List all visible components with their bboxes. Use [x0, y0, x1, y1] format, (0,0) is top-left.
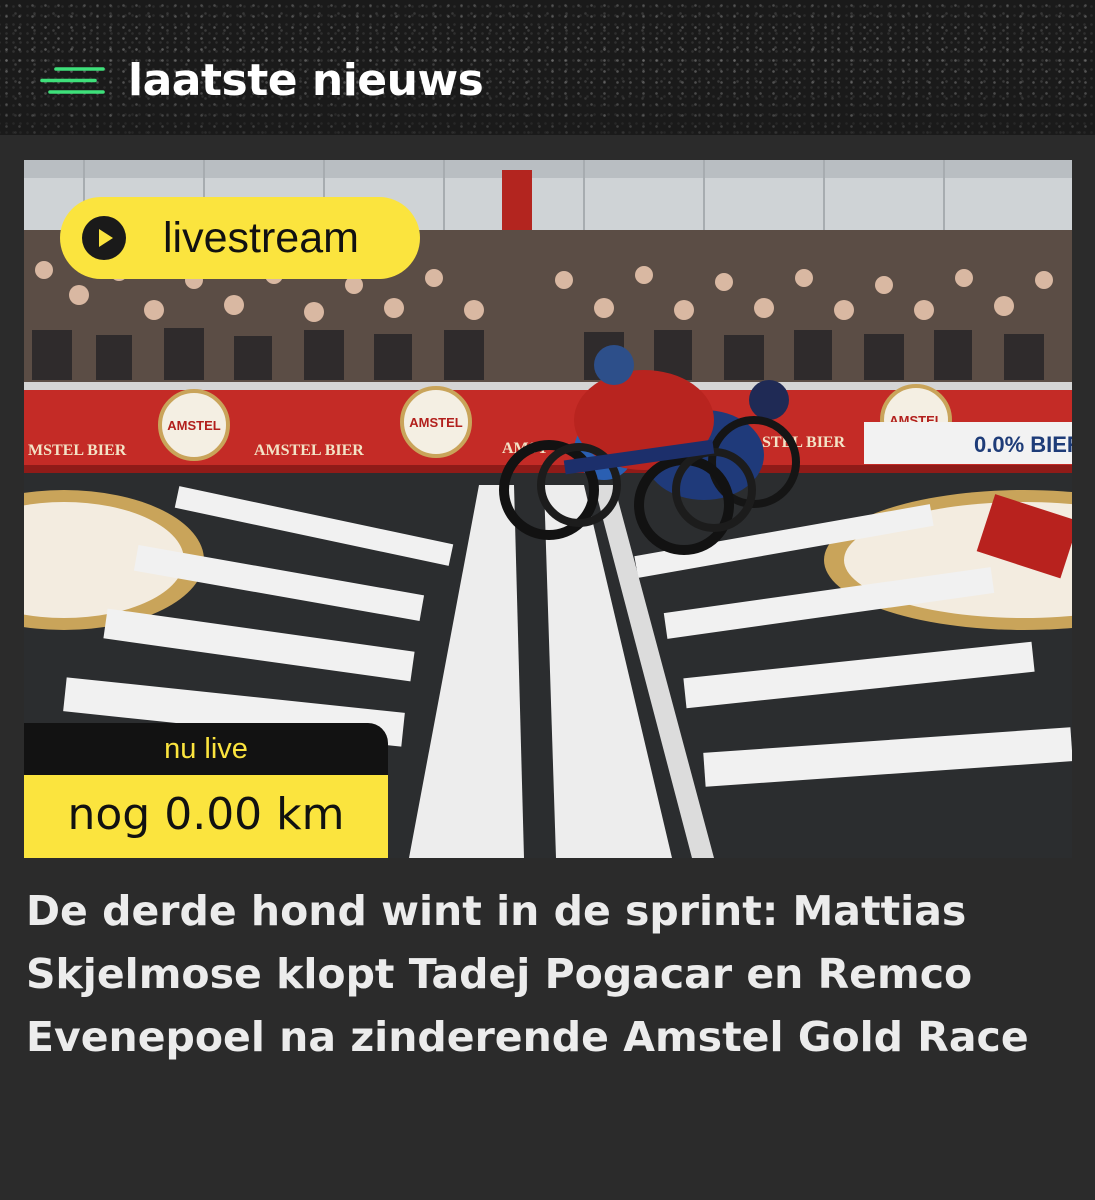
brand-title[interactable]: laatste nieuws: [128, 52, 484, 110]
hamburger-menu-icon[interactable]: [40, 66, 106, 96]
race-status-box: nu live nog 0.00 km: [24, 723, 388, 858]
svg-text:AMSTEL: AMSTEL: [409, 415, 463, 430]
svg-text:MSTEL BIER: MSTEL BIER: [28, 442, 127, 459]
svg-text:STEL BIER: STEL BIER: [762, 434, 846, 451]
distance-remaining: nog 0.00 km: [24, 775, 388, 858]
app-header: laatste nieuws: [0, 0, 1095, 135]
play-icon: [82, 216, 126, 260]
live-status-label: nu live: [24, 723, 388, 775]
svg-text:0.0% BIER: 0.0% BIER: [974, 432, 1072, 457]
livestream-label: livestream: [163, 214, 359, 262]
svg-text:AMSTEL BIER: AMSTEL BIER: [254, 442, 364, 459]
article-headline[interactable]: De derde hond wint in de sprint: Mattias…: [26, 880, 1071, 1069]
livestream-video[interactable]: MSTEL BIER AMSTEL BIER AMST STEL BIER AM…: [24, 160, 1072, 858]
livestream-button[interactable]: livestream: [60, 197, 420, 279]
svg-text:AMSTEL: AMSTEL: [167, 418, 221, 433]
